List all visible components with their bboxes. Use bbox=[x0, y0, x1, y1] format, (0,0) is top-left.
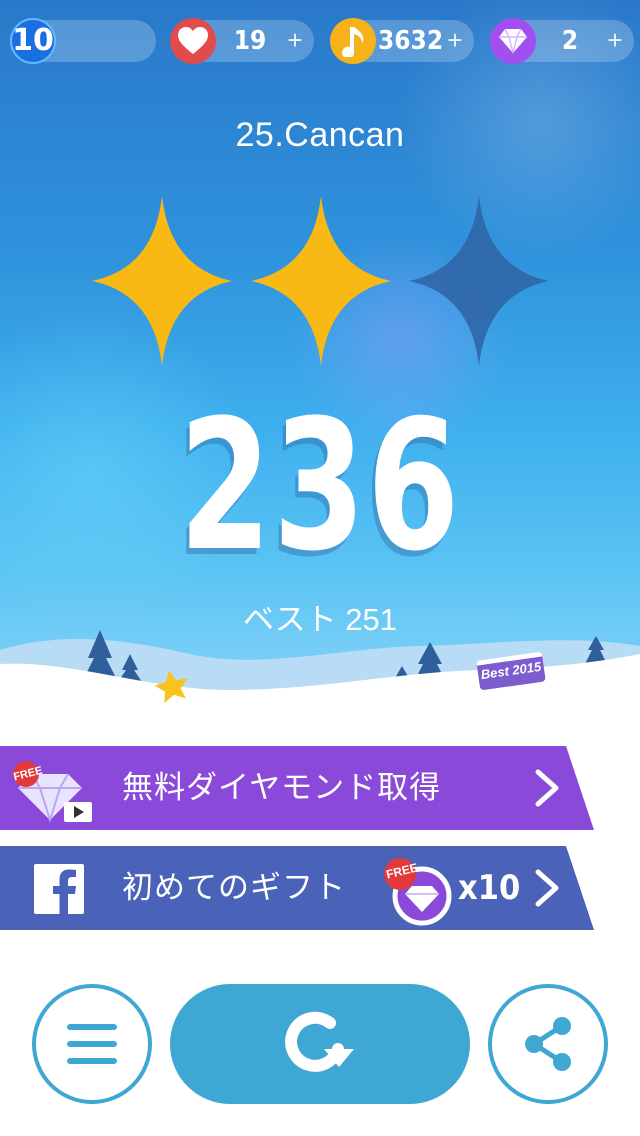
sign-post bbox=[498, 688, 506, 720]
diamond-icon bbox=[490, 18, 536, 64]
share-icon bbox=[525, 1017, 571, 1071]
music-note-icon bbox=[330, 18, 376, 64]
star-icon bbox=[92, 196, 232, 366]
first-gift-label: 初めてのギフト bbox=[122, 870, 346, 905]
retry-button[interactable] bbox=[170, 984, 470, 1104]
star-rating bbox=[0, 196, 640, 376]
heart-icon bbox=[170, 18, 216, 64]
lives-counter[interactable]: 19 + bbox=[170, 18, 314, 64]
level-indicator: 10 bbox=[10, 18, 156, 64]
add-gems-button[interactable]: + bbox=[602, 20, 628, 62]
notes-value: 3632 bbox=[378, 26, 444, 56]
lives-value: 19 bbox=[233, 26, 267, 56]
add-lives-button[interactable]: + bbox=[282, 20, 308, 62]
share-button[interactable] bbox=[488, 984, 608, 1104]
result-hero: 10 19 + 3632 + 2 + 25.Cancan 236 ベスト 251… bbox=[0, 0, 640, 720]
menu-button[interactable] bbox=[32, 984, 152, 1104]
gems-value: 2 bbox=[561, 26, 579, 56]
gems-counter[interactable]: 2 + bbox=[490, 18, 634, 64]
chevron-right-icon bbox=[535, 869, 559, 907]
facebook-icon bbox=[34, 864, 84, 914]
retry-icon bbox=[285, 1011, 354, 1072]
level-badge: 10 bbox=[10, 18, 56, 64]
first-gift-banner[interactable]: 初めてのギフト FREE x10 bbox=[0, 846, 594, 930]
score-value: 236 bbox=[178, 382, 462, 591]
star-empty-icon bbox=[409, 196, 549, 366]
add-notes-button[interactable]: + bbox=[442, 20, 468, 62]
menu-icon bbox=[67, 1024, 117, 1064]
gift-multiplier: x10 bbox=[458, 868, 521, 908]
level-number: 10 bbox=[12, 23, 54, 58]
notes-counter[interactable]: 3632 + bbox=[330, 18, 474, 64]
free-diamond-label: 無料ダイヤモンド取得 bbox=[122, 770, 442, 805]
chevron-right-icon bbox=[535, 769, 559, 807]
song-title: 25.Cancan bbox=[235, 116, 405, 154]
free-diamond-banner[interactable]: FREE 無料ダイヤモンド取得 bbox=[0, 746, 594, 830]
star-icon bbox=[251, 196, 391, 366]
